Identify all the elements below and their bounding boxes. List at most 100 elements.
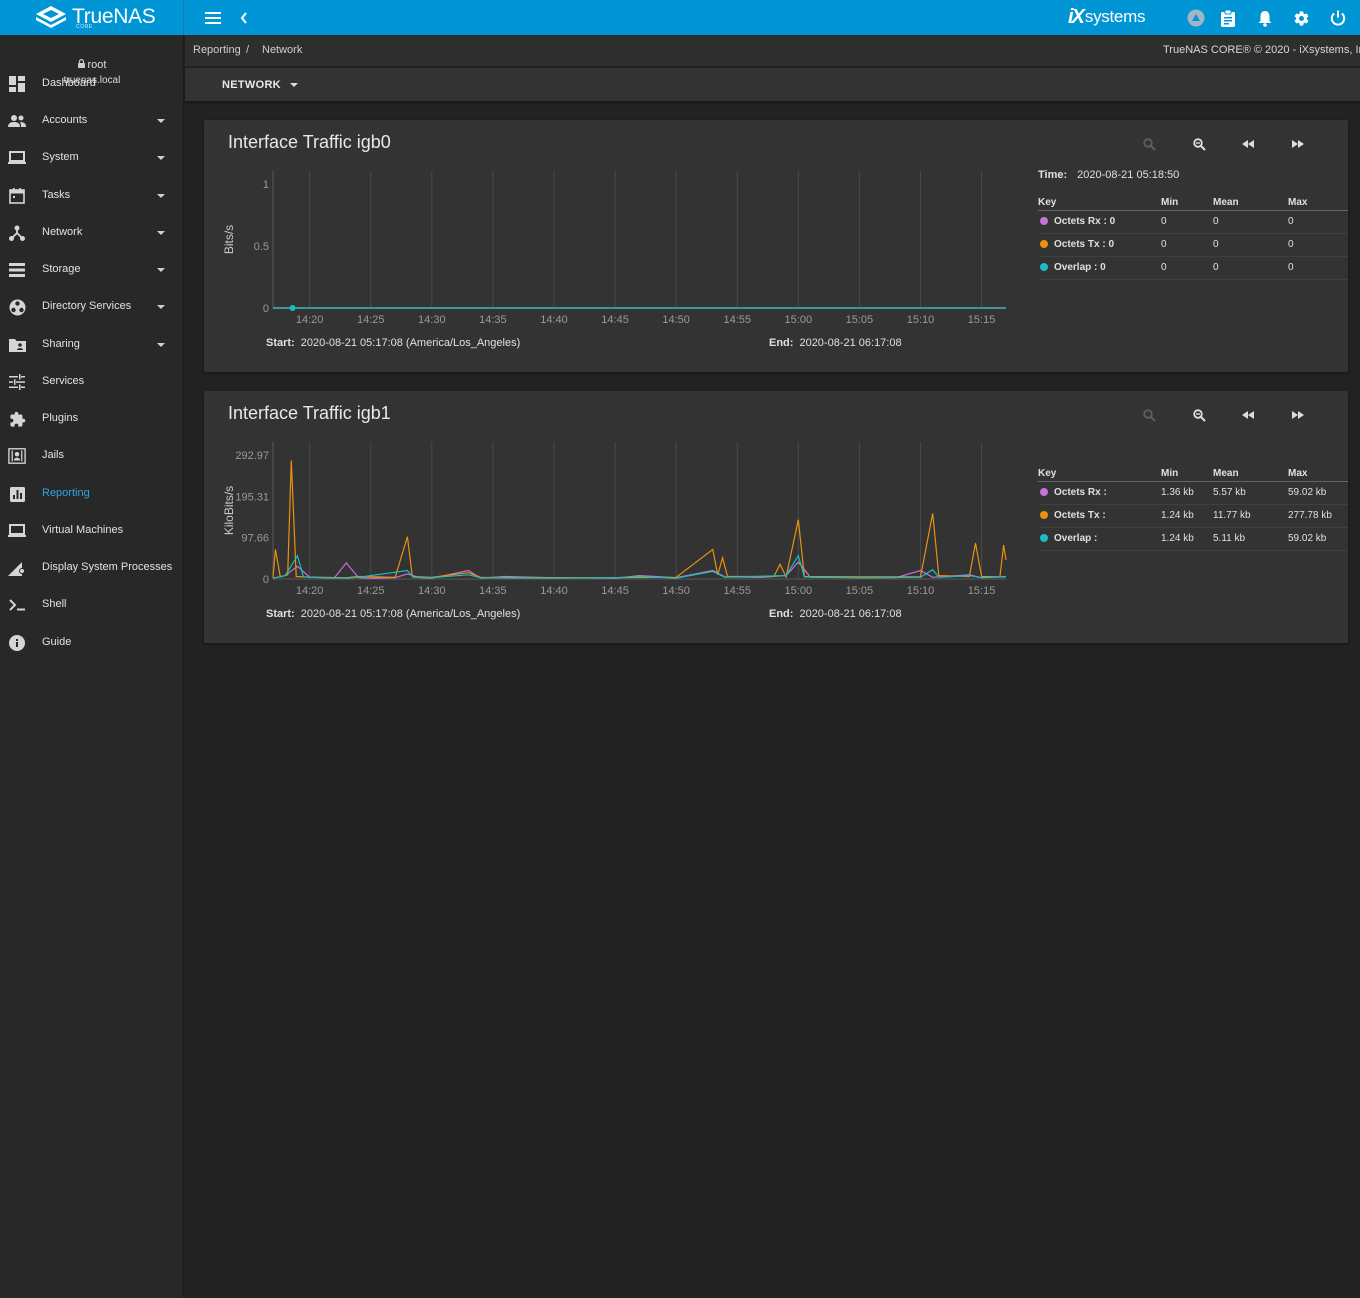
zoom-in-disabled-icon[interactable] <box>1138 405 1160 425</box>
legend-series-name: Octets Tx <box>1054 239 1100 250</box>
legend-max: 0 <box>1288 210 1348 234</box>
chevron-down-icon <box>157 194 165 198</box>
zoom-out-icon[interactable] <box>1188 405 1210 425</box>
task-clipboard-icon[interactable] <box>1218 8 1238 28</box>
legend-min: 1.36 kb <box>1161 481 1213 505</box>
legend-row: Octets Rx : 0000 <box>1038 210 1348 234</box>
chevron-down-icon <box>157 343 165 347</box>
legend-mean: 0 <box>1213 210 1288 234</box>
sidebar-item-label: Jails <box>42 449 65 461</box>
x-tick-label: 14:25 <box>357 585 385 597</box>
sidebar-item-label: Storage <box>42 263 81 275</box>
legend-min: 1.24 kb <box>1161 527 1213 551</box>
step-forward-icon[interactable] <box>1287 134 1309 154</box>
legend-key: Overlap : 0 <box>1038 256 1161 280</box>
breadcrumb-bar: Reporting / Network TrueNAS CORE® © 2020… <box>185 35 1360 67</box>
y-tick-label: 0 <box>263 574 269 586</box>
legend-max: 0 <box>1288 256 1348 280</box>
y-tick-label: 0 <box>263 303 269 315</box>
zoom-out-icon[interactable] <box>1188 134 1210 154</box>
legend-header: Min <box>1161 466 1213 482</box>
sidebar-item-sharing[interactable]: Sharing <box>0 330 184 360</box>
step-back-icon[interactable] <box>1237 405 1259 425</box>
lock-icon <box>77 59 85 68</box>
copyright-text: TrueNAS CORE® © 2020 - iXsystems, Inc <box>1163 44 1360 56</box>
sidebar-item-reporting[interactable]: Reporting <box>0 479 184 509</box>
menu-icon[interactable] <box>203 8 223 28</box>
legend-series-value: : <box>1102 510 1106 521</box>
y-tick-label: 0.5 <box>254 241 269 253</box>
ixsystems-logo: iX systems <box>1068 6 1145 28</box>
legend-max: 0 <box>1288 233 1348 257</box>
sidebar-item-label: Dashboard <box>42 77 96 89</box>
legend-row: Octets Tx :1.24 kb 11.77 kb 277.78 kb <box>1038 504 1348 528</box>
chart-card-igb1: Interface Traffic igb1 14:20 14:25 14:30 14:… <box>204 391 1348 643</box>
x-tick-label: 14:55 <box>723 314 751 326</box>
sidebar-item-label: Services <box>42 375 85 387</box>
step-forward-icon[interactable] <box>1287 405 1309 425</box>
sidebar-item-network[interactable]: Network <box>0 218 184 248</box>
network-icon <box>8 224 26 242</box>
chevron-down-icon <box>157 231 165 235</box>
legend-color-dot <box>1040 510 1048 519</box>
legend-row: Overlap :1.24 kb 5.11 kb 59.02 kb <box>1038 527 1348 551</box>
sidebar-item-virtual-machines[interactable]: Virtual Machines <box>0 516 184 546</box>
sidebar-item-label: Display System Processes <box>42 561 173 573</box>
legend-min: 1.24 kb <box>1161 504 1213 528</box>
sidebar-item-guide[interactable]: Guide <box>0 628 184 658</box>
sidebar: root truenas.local Dashboard Accounts Syst… <box>0 35 184 1298</box>
legend-color-dot <box>1040 262 1048 271</box>
hover-point <box>289 305 296 311</box>
gear-icon[interactable] <box>1291 8 1311 28</box>
legend-series-value: : <box>1094 533 1098 544</box>
sidebar-item-display-system-processes[interactable]: Display System Processes <box>0 553 184 583</box>
truecommand-icon[interactable] <box>1186 8 1206 28</box>
sidebar-item-tasks[interactable]: Tasks <box>0 181 184 211</box>
bell-icon[interactable] <box>1255 8 1275 28</box>
x-tick-label: 14:30 <box>418 314 446 326</box>
sidebar-item-services[interactable]: Services <box>0 367 184 397</box>
sidebar-item-storage[interactable]: Storage <box>0 255 184 285</box>
legend-series-value: : <box>1103 487 1107 498</box>
series-line-octets-rx <box>272 561 1007 579</box>
sidebar-item-label: Plugins <box>42 412 79 424</box>
legend-series-name: Octets Rx <box>1054 487 1101 498</box>
sidebar-item-plugins[interactable]: Plugins <box>0 404 184 434</box>
zoom-in-disabled-icon[interactable] <box>1138 134 1160 154</box>
legend-series-name: Octets Rx <box>1054 216 1101 227</box>
x-tick-label: 14:35 <box>479 585 507 597</box>
sidebar-item-label: System <box>42 151 79 163</box>
calendar-icon <box>8 187 26 205</box>
y-tick-label: 1 <box>263 179 269 191</box>
legend-header-row: Key Min Mean Max <box>1038 466 1348 482</box>
sidebar-item-shell[interactable]: Shell <box>0 590 184 620</box>
x-tick-label: 14:40 <box>540 585 568 597</box>
back-chevron-icon[interactable] <box>234 8 254 28</box>
sidebar-item-system[interactable]: System <box>0 143 184 173</box>
sidebar-item-label: Tasks <box>42 189 71 201</box>
step-back-icon[interactable] <box>1237 134 1259 154</box>
breadcrumb-reporting[interactable]: Reporting <box>193 44 241 56</box>
sidebar-item-jails[interactable]: Jails <box>0 441 184 471</box>
sidebar-item-dashboard[interactable]: Dashboard <box>0 69 184 99</box>
report-type-caret-icon[interactable] <box>290 83 298 87</box>
y-tick-label: 292.97 <box>235 450 269 462</box>
legend-header: Mean <box>1213 466 1288 482</box>
legend-mean: 5.11 kb <box>1213 527 1288 551</box>
legend-color-dot <box>1040 216 1048 225</box>
brand-logo[interactable]: TrueNAS CORE <box>0 0 184 35</box>
legend-time-value: 2020-08-21 05:18:50 <box>1077 169 1180 181</box>
legend-header: Max <box>1288 466 1348 482</box>
sidebar-item-accounts[interactable]: Accounts <box>0 106 184 136</box>
power-icon[interactable] <box>1328 8 1348 28</box>
y-tick-label: 195.31 <box>235 491 269 503</box>
chevron-down-icon <box>157 268 165 272</box>
sidebar-item-label: Accounts <box>42 114 88 126</box>
range-end-label: End: <box>769 608 794 620</box>
tune-icon <box>8 373 26 391</box>
legend-min: 0 <box>1161 233 1213 257</box>
range-end: End: 2020-08-21 06:17:08 <box>769 608 902 620</box>
report-type-select[interactable]: NETWORK <box>222 79 281 91</box>
legend-header: Key <box>1038 195 1161 211</box>
sidebar-item-directory-services[interactable]: Directory Services <box>0 292 184 322</box>
